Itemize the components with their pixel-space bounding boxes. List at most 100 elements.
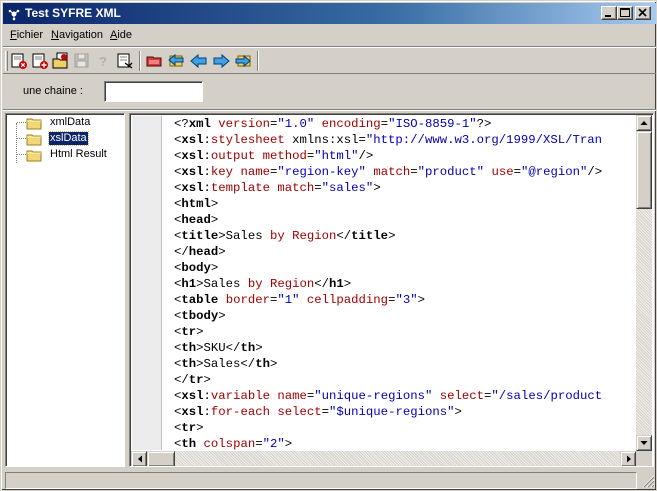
- help-icon[interactable]: ?: [93, 51, 113, 71]
- code-token: th: [240, 341, 256, 355]
- code-token: =: [321, 405, 330, 419]
- main-window: Test SYFRE XML Fichier Navigation Aide ?…: [0, 0, 657, 491]
- back-arrow-icon[interactable]: [189, 51, 209, 71]
- code-token: head: [188, 245, 219, 259]
- code-token: head: [181, 213, 211, 227]
- code-token: th: [255, 357, 270, 371]
- menu-mnemonic: F: [10, 29, 17, 41]
- refresh-icon[interactable]: [233, 51, 253, 71]
- code-token: "1.0": [277, 117, 315, 131]
- home-icon[interactable]: [167, 51, 187, 71]
- close-document-icon[interactable]: [9, 51, 29, 71]
- code-token: title: [351, 229, 389, 243]
- vertical-scroll-thumb[interactable]: [636, 131, 652, 209]
- code-token: tr: [188, 373, 204, 387]
- code-token: "ISO-8859-1": [388, 117, 477, 131]
- code-token: xsl: [181, 149, 204, 163]
- title-bar[interactable]: Test SYFRE XML: [3, 3, 656, 24]
- transform-icon[interactable]: [145, 51, 165, 71]
- search-label: une chaine :: [23, 85, 83, 97]
- tree-connector: [16, 123, 26, 163]
- code-token: encoding: [321, 117, 381, 131]
- open-document-icon[interactable]: [51, 51, 71, 71]
- tree-item-label: xslData: [48, 131, 89, 146]
- minimize-button[interactable]: [601, 6, 617, 20]
- code-editor[interactable]: <?xml version="1.0" encoding="ISO-8859-1…: [129, 113, 654, 467]
- code-token: />: [587, 165, 603, 179]
- arrow-left-icon: [138, 455, 142, 463]
- code-token: html: [181, 197, 211, 211]
- code-line: <xsl:output method="html"/>: [174, 148, 373, 164]
- maximize-icon: [620, 8, 630, 17]
- scroll-left-button[interactable]: [131, 451, 147, 466]
- code-token: ?>: [476, 117, 492, 131]
- properties-icon[interactable]: [115, 51, 135, 71]
- forward-arrow-icon[interactable]: [211, 51, 231, 71]
- code-token: "1": [277, 293, 300, 307]
- app-xml-icon: [7, 7, 21, 21]
- code-line: <tr>: [174, 324, 204, 340]
- folder-icon: [26, 116, 42, 130]
- code-token: xmlns:xsl=: [284, 133, 366, 147]
- status-bar: [3, 470, 656, 490]
- folder-icon: [26, 132, 42, 146]
- code-token: tr: [181, 325, 197, 339]
- code-token: "unique-regions": [314, 389, 433, 403]
- code-token: </: [336, 229, 352, 243]
- scroll-down-button[interactable]: [636, 435, 652, 451]
- code-token: version: [218, 117, 270, 131]
- code-token: xml: [188, 117, 211, 131]
- code-token: </: [314, 277, 330, 291]
- code-token: xsl: [181, 389, 204, 403]
- tree-item-label: Html Result: [50, 148, 107, 160]
- menu-aide[interactable]: Aide: [110, 29, 132, 41]
- code-token: :: [203, 181, 211, 195]
- code-token: :: [203, 149, 211, 163]
- code-token: =: [513, 165, 521, 179]
- code-line: </tr>: [174, 372, 211, 388]
- save-icon[interactable]: [72, 51, 92, 71]
- resize-grip-icon[interactable]: [641, 474, 655, 488]
- close-button[interactable]: [635, 6, 651, 20]
- code-token: h1: [181, 277, 197, 291]
- code-token: =: [314, 181, 322, 195]
- menu-bar: Fichier Navigation Aide: [3, 27, 656, 45]
- new-document-icon[interactable]: [30, 51, 50, 71]
- code-token: stylesheet: [210, 133, 285, 147]
- maximize-button[interactable]: [617, 6, 633, 20]
- scroll-up-button[interactable]: [636, 115, 652, 131]
- code-token: xsl: [181, 405, 204, 419]
- code-token: name: [240, 165, 270, 179]
- menu-label: avigation: [58, 29, 103, 41]
- code-line: <th colspan="2">: [174, 436, 292, 450]
- search-input[interactable]: [104, 81, 203, 102]
- toolbar-separator: [139, 51, 141, 71]
- code-token: :: [203, 165, 211, 179]
- code-token: >SKU</: [196, 341, 241, 355]
- code-line: <xsl:template match="sales">: [174, 180, 381, 196]
- code-token: "region-key": [277, 165, 366, 179]
- code-line: <xsl:stylesheet xmlns:xsl="http://www.w3…: [174, 132, 602, 148]
- scroll-right-button[interactable]: [620, 451, 636, 466]
- code-area[interactable]: <?xml version="1.0" encoding="ISO-8859-1…: [174, 116, 636, 450]
- menu-navigation[interactable]: Navigation: [51, 29, 103, 41]
- code-line: <tbody>: [174, 308, 226, 324]
- horizontal-scroll-thumb[interactable]: [147, 451, 175, 466]
- code-line: <title>Sales by Region</title>: [174, 228, 395, 244]
- code-token: by: [247, 277, 263, 291]
- toolbar-grip[interactable]: [5, 51, 8, 71]
- vertical-scrollbar[interactable]: [636, 115, 652, 451]
- menu-fichier[interactable]: Fichier: [10, 29, 43, 41]
- code-token: :: [203, 389, 211, 403]
- code-token: "$unique-regions": [329, 405, 455, 419]
- horizontal-scrollbar[interactable]: [131, 451, 636, 466]
- code-token: Region: [269, 277, 315, 291]
- code-token: title: [181, 229, 219, 243]
- code-token: name: [277, 389, 307, 403]
- code-line: <body>: [174, 260, 218, 276]
- code-token: >: [417, 293, 425, 307]
